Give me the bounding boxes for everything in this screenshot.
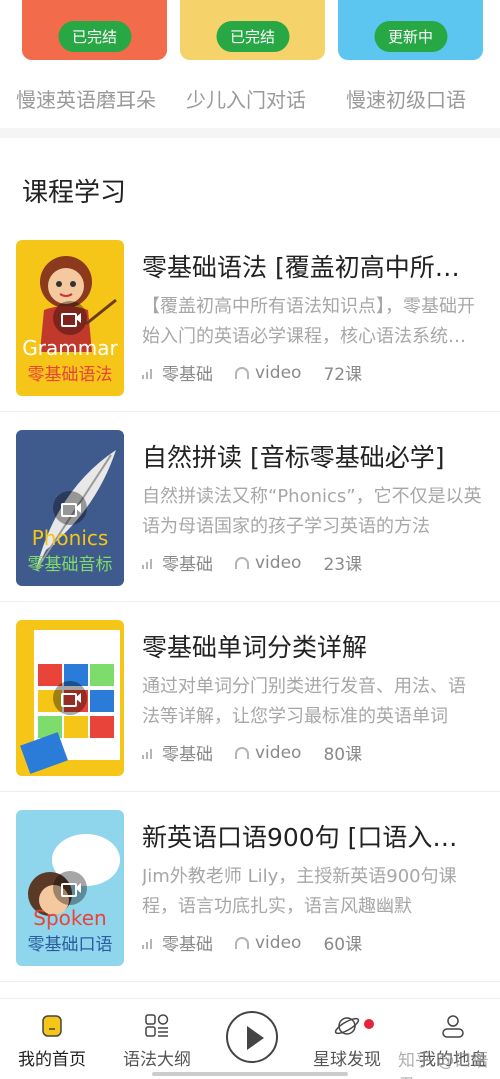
- course-title[interactable]: 新英语口语900句 [口语入门必学]: [142, 818, 482, 854]
- section-title: 课程学习: [22, 178, 127, 208]
- course-meta: 零基础 video 72课: [142, 360, 362, 385]
- home-icon: [42, 1015, 62, 1037]
- planet-icon: [334, 1017, 360, 1035]
- status-badge: 已完结: [215, 21, 290, 52]
- thumbnail-label-en: Grammar: [22, 336, 118, 360]
- course-count: 80课: [323, 745, 363, 765]
- section-divider: [0, 128, 500, 138]
- course-description: 自然拼读法又称“Phonics”，它不仅是以英语为母语国家的孩子学习英语的方法: [142, 486, 482, 537]
- top-card-1[interactable]: 已完结: [22, 0, 167, 60]
- play-button[interactable]: [226, 1011, 278, 1063]
- headphones-icon: [235, 936, 249, 949]
- top-card-title-1[interactable]: 慢速英语磨耳朵: [16, 84, 156, 113]
- course-count: 72课: [323, 365, 363, 385]
- course-description: 【覆盖初高中所有语法知识点】，零基础开始入门的英语必学课程，核心语法系统讲解: [142, 296, 475, 347]
- top-card-title-2[interactable]: 少儿入门对话: [186, 84, 306, 113]
- course-item[interactable]: Spoken 零基础口语 新英语口语900句 [口语入门必学] Jim外教老师 …: [0, 792, 500, 982]
- nav-discover-label: 星球发现: [313, 1050, 381, 1070]
- course-item[interactable]: Phonics 零基础音标 自然拼读 [音标零基础必学] 自然拼读法又称“Pho…: [0, 412, 500, 602]
- signal-level-icon: [142, 557, 156, 569]
- course-description: 通过对单词分门别类进行发音、用法、语法等详解，让您学习最标准的英语单词: [142, 676, 466, 727]
- status-badge: 更新中: [373, 21, 448, 52]
- course-type: video: [255, 932, 302, 953]
- course-level: 零基础: [162, 365, 213, 385]
- watermark: 知乎 @口语君: [398, 1051, 489, 1079]
- course-meta: 零基础 video 80课: [142, 740, 362, 765]
- user-icon: [442, 1015, 464, 1038]
- course-level: 零基础: [162, 555, 213, 575]
- course-meta: 零基础 video 60课: [142, 930, 362, 955]
- course-title[interactable]: 零基础单词分类详解: [142, 628, 482, 664]
- course-count: 60课: [323, 935, 363, 955]
- thumbnail-label-cn: 零基础音标: [27, 555, 113, 575]
- course-type: video: [255, 362, 302, 383]
- signal-level-icon: [142, 367, 156, 379]
- video-icon: [53, 871, 87, 905]
- nav-grammar[interactable]: 语法大纲: [107, 999, 207, 1079]
- course-level: 零基础: [162, 745, 213, 765]
- course-count: 23课: [323, 555, 363, 575]
- status-badge: 已完结: [57, 21, 132, 52]
- grid-icon: [145, 1014, 169, 1037]
- thumbnail-label-cn: 零基础口语: [27, 935, 113, 955]
- course-title[interactable]: 自然拼读 [音标零基础必学]: [142, 438, 482, 474]
- course-meta: 零基础 video 23课: [142, 550, 362, 575]
- top-card-title-3[interactable]: 慢速初级口语: [346, 84, 466, 113]
- top-card-2[interactable]: 已完结: [180, 0, 325, 60]
- thumbnail-label-cn: 零基础语法: [27, 365, 113, 385]
- course-type: video: [255, 552, 302, 573]
- headphones-icon: [235, 366, 249, 379]
- headphones-icon: [235, 556, 249, 569]
- signal-level-icon: [142, 937, 156, 949]
- course-thumbnail: [16, 620, 124, 776]
- nav-discover[interactable]: 星球发现: [297, 999, 397, 1079]
- top-carousel: 已完结 已完结 更新中 慢速英语磨耳朵 少儿入门对话 慢速初级口语: [0, 0, 500, 128]
- headphones-icon: [235, 746, 249, 759]
- course-thumbnail: Phonics 零基础音标: [16, 430, 124, 586]
- video-icon: [53, 681, 87, 715]
- thumbnail-label-en: Phonics: [31, 526, 109, 550]
- home-indicator: [152, 1072, 348, 1076]
- course-item[interactable]: Grammar 零基础语法 零基础语法 [覆盖初高中所有语法知识点] 【覆盖初高…: [0, 222, 500, 412]
- notification-dot: [364, 1019, 374, 1029]
- video-icon: [53, 491, 87, 525]
- nav-grammar-label: 语法大纲: [123, 1050, 191, 1070]
- thumbnail-label-en: Spoken: [33, 906, 107, 930]
- course-level: 零基础: [162, 935, 213, 955]
- course-title[interactable]: 零基础语法 [覆盖初高中所有语法知识点]: [142, 248, 482, 284]
- nav-home[interactable]: 我的首页: [2, 999, 102, 1079]
- course-thumbnail: Grammar 零基础语法: [16, 240, 124, 396]
- course-description: Jim外教老师 Lily，主授新英语900句课程，语言功底扎实，语言风趣幽默: [142, 866, 457, 917]
- top-card-3[interactable]: 更新中: [338, 0, 483, 60]
- video-icon: [53, 301, 87, 335]
- signal-level-icon: [142, 747, 156, 759]
- nav-home-label: 我的首页: [18, 1050, 86, 1070]
- course-thumbnail: Spoken 零基础口语: [16, 810, 124, 966]
- course-type: video: [255, 742, 302, 763]
- course-item[interactable]: 零基础单词分类详解 通过对单词分门别类进行发音、用法、语法等详解，让您学习最标准…: [0, 602, 500, 792]
